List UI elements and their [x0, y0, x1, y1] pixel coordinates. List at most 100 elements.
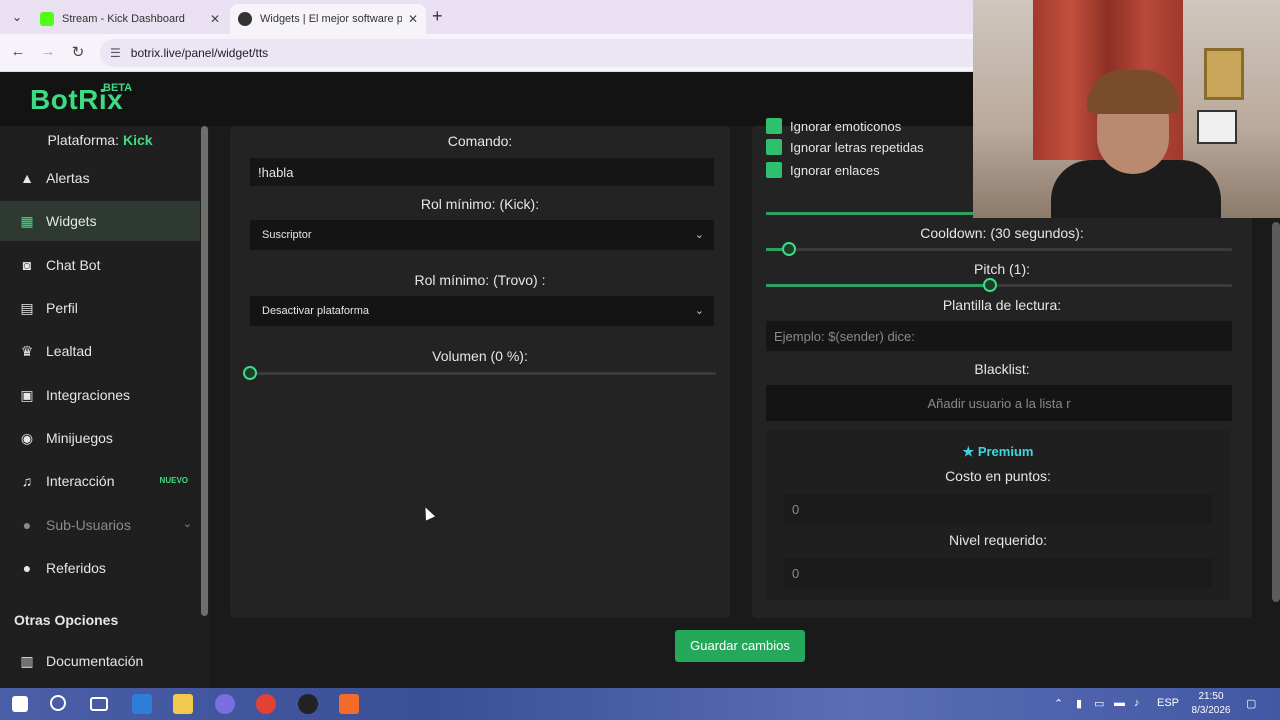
gamepad-icon: ◉ — [20, 429, 34, 446]
tray-volume-icon[interactable]: ♪ — [1134, 697, 1140, 709]
pitch-slider-thumb[interactable] — [983, 278, 997, 292]
tab-kick-dashboard[interactable]: Stream - Kick Dashboard ✕ — [32, 4, 228, 34]
content-scrollbar[interactable] — [1272, 222, 1280, 602]
checkbox-checked-icon[interactable] — [766, 118, 782, 134]
close-tab-icon[interactable]: ✕ — [210, 12, 220, 26]
chrome-icon[interactable] — [256, 694, 276, 714]
pitch-slider-track[interactable] — [766, 284, 1232, 287]
checkbox-checked-icon[interactable] — [766, 162, 782, 178]
id-card-icon: ▤ — [20, 299, 34, 316]
tts-settings-left-panel: Comando: !habla Rol mínimo: (Kick): Susc… — [230, 126, 730, 618]
tray-monitor-icon[interactable]: ▭ — [1094, 697, 1104, 710]
checkbox-checked-icon[interactable] — [766, 139, 782, 155]
premium-section: ★ Premium Costo en puntos: 0 Nivel reque… — [766, 430, 1230, 600]
sidebar-item-sub-usuarios[interactable]: ● Sub-Usuarios ⌄ — [0, 505, 200, 545]
sidebar-item-label: Alertas — [46, 170, 90, 186]
book-icon: ▥ — [20, 652, 34, 669]
back-icon[interactable]: ← — [8, 43, 28, 60]
search-icon[interactable] — [50, 695, 66, 711]
checkbox-label: Ignorar letras repetidas — [790, 139, 924, 155]
sidebar-item-label: Lealtad — [46, 343, 92, 359]
reload-icon[interactable]: ↻ — [68, 43, 88, 61]
role-kick-select[interactable]: Suscriptor ⌄ — [250, 220, 714, 250]
tray-chevron-up-icon[interactable]: ⌃ — [1054, 697, 1063, 710]
close-tab-icon[interactable]: ✕ — [408, 12, 418, 26]
task-view-icon[interactable] — [90, 697, 108, 711]
level-label: Nivel requerido: — [948, 532, 1048, 548]
sidebar-item-integraciones[interactable]: ▣ Integraciones — [0, 375, 200, 415]
tab-title: Stream - Kick Dashboard — [62, 13, 185, 25]
new-badge: NUEVO — [159, 476, 188, 485]
cost-label: Costo en puntos: — [945, 468, 1051, 484]
checkbox-label: Ignorar emoticonos — [790, 118, 902, 134]
music-icon: ♫ — [21, 473, 33, 489]
forward-icon[interactable]: → — [38, 43, 58, 60]
sidebar-item-interaccion[interactable]: ♫ Interacción NUEVO — [0, 461, 200, 501]
sidebar-scrollbar[interactable] — [201, 126, 208, 616]
sidebar-item-perfil[interactable]: ▤ Perfil — [0, 288, 200, 328]
cooldown-slider-thumb[interactable] — [782, 242, 796, 256]
plug-icon: ▣ — [20, 386, 34, 403]
volume-label: Volumen (0 %): — [432, 348, 528, 364]
chevron-down-icon: ⌄ — [694, 305, 704, 317]
level-input[interactable]: 0 — [784, 558, 1212, 588]
sidebar-item-label: Referidos — [46, 560, 106, 576]
discord-icon[interactable] — [215, 694, 235, 714]
checkbox-ignore-links[interactable]: Ignorar enlaces — [766, 162, 880, 178]
sidebar-item-alertas[interactable]: ▲ Alertas — [0, 158, 200, 198]
sidebar-item-referidos[interactable]: ● Referidos — [0, 548, 200, 588]
role-trovo-select[interactable]: Desactivar plataforma ⌄ — [250, 296, 714, 326]
checkbox-ignore-emotes[interactable]: Ignorar emoticonos — [766, 118, 901, 134]
save-button[interactable]: Guardar cambios — [675, 630, 805, 662]
sidebar-item-chat-bot[interactable]: ◙ Chat Bot — [0, 245, 200, 285]
windows-start-icon[interactable] — [12, 696, 28, 712]
cooldown-slider-track[interactable] — [766, 248, 1232, 251]
url-field[interactable]: ☰ botrix.live/panel/widget/tts — [100, 39, 1000, 67]
tray-battery-icon[interactable]: ▬ — [1114, 697, 1125, 709]
user-group-icon: ● — [22, 560, 32, 576]
url-text: botrix.live/panel/widget/tts — [130, 46, 269, 60]
sidebar-item-label: Integraciones — [46, 387, 131, 403]
language-indicator[interactable]: ESP — [1157, 697, 1179, 709]
users-icon: ● — [22, 517, 32, 533]
webcam-overlay — [973, 0, 1280, 218]
file-explorer-icon[interactable] — [173, 694, 193, 714]
checkbox-label: Ignorar enlaces — [790, 162, 880, 178]
obs-icon[interactable] — [298, 694, 318, 714]
chevron-down-icon[interactable]: ⌄ — [183, 517, 192, 530]
taskbar-clock[interactable]: 21:50 8/3/2026 — [1186, 690, 1236, 718]
premium-title: ★ Premium — [766, 444, 1230, 460]
tab-search-icon[interactable]: ⌄ — [6, 6, 28, 28]
store-icon[interactable] — [132, 694, 152, 714]
sidebar-item-minijuegos[interactable]: ◉ Minijuegos — [0, 418, 200, 458]
checkbox-ignore-repeated-letters[interactable]: Ignorar letras repetidas — [766, 139, 924, 155]
sidebar-item-documentacion[interactable]: ▥ Documentación — [0, 641, 200, 681]
volume-slider-track[interactable] — [250, 372, 716, 375]
command-label: Comando: — [447, 133, 513, 149]
cost-input[interactable]: 0 — [784, 494, 1212, 524]
webcam-whiteboard — [1197, 110, 1237, 144]
volume-slider-thumb[interactable] — [243, 366, 257, 380]
chevron-down-icon: ⌄ — [694, 229, 704, 241]
sidebar-item-label: Widgets — [46, 213, 97, 229]
pitch-label: Pitch (1): — [973, 261, 1030, 277]
grid-icon: ▦ — [20, 212, 34, 229]
blacklist-input[interactable]: Añadir usuario a la lista r — [766, 385, 1232, 421]
windows-taskbar: ⌃ ▮ ▭ ▬ ♪ ESP 21:50 8/3/2026 ▢ — [0, 688, 1280, 720]
notifications-icon[interactable]: ▢ — [1246, 697, 1256, 710]
botrix-favicon-icon — [238, 12, 252, 26]
sidebar-item-lealtad[interactable]: ♛ Lealtad — [0, 331, 200, 371]
new-tab-icon[interactable]: + — [432, 6, 443, 27]
sidebar-item-widgets[interactable]: ▦ Widgets — [0, 201, 200, 241]
tab-widgets[interactable]: Widgets | El mejor software par ✕ — [230, 4, 426, 34]
tray-mic-icon[interactable]: ▮ — [1076, 697, 1082, 710]
template-input[interactable]: Ejemplo: $(sender) dice: — [766, 321, 1232, 351]
other-options-heading: Otras Opciones — [14, 612, 119, 628]
blacklist-label: Blacklist: — [974, 361, 1030, 377]
clock-time: 21:50 — [1198, 691, 1224, 702]
cooldown-label: Cooldown: (30 segundos): — [920, 225, 1084, 241]
brave-icon[interactable] — [339, 694, 359, 714]
command-input[interactable]: !habla — [250, 158, 714, 186]
trophy-icon: ♛ — [20, 342, 34, 359]
site-info-icon[interactable]: ☰ — [110, 46, 121, 60]
